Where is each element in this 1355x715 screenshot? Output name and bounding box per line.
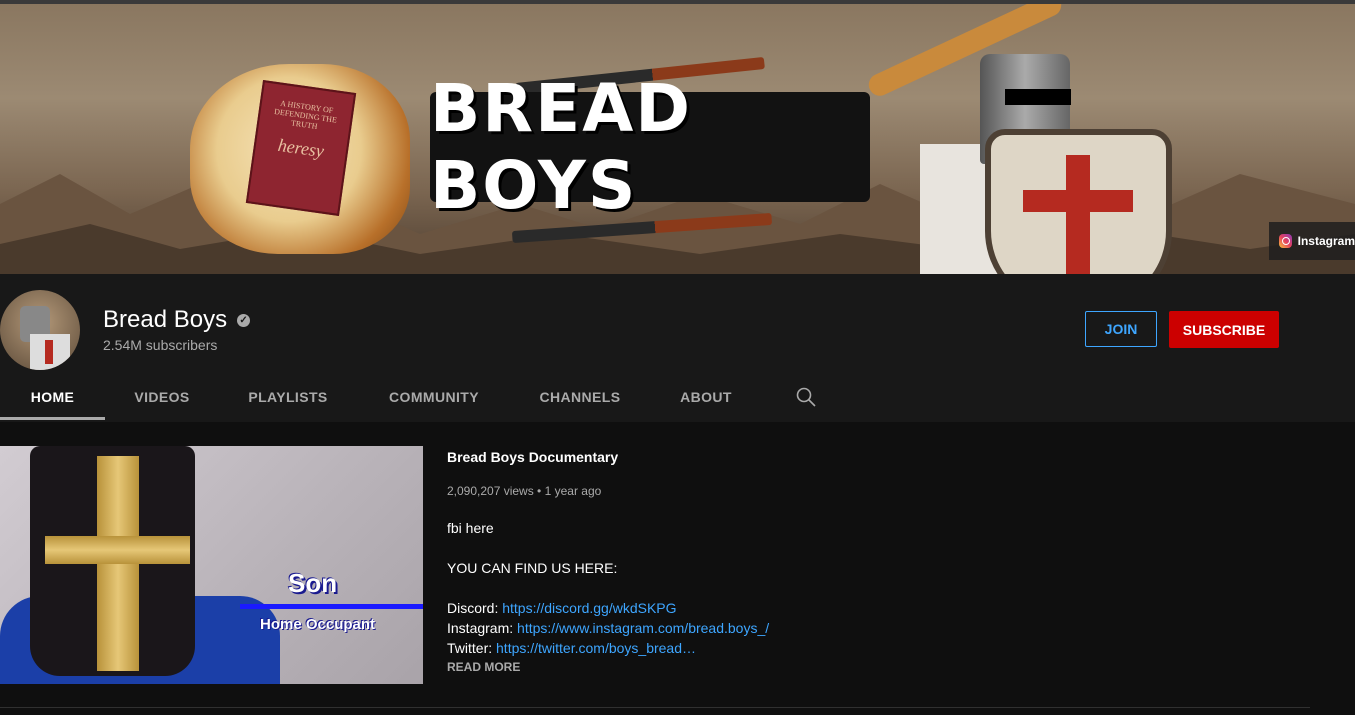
twitter-link[interactable]: https://twitter.com/boys_bread… [496, 640, 696, 656]
banner-title-text: BREAD BOYS [430, 70, 693, 224]
featured-video-thumbnail[interactable]: Son Home Occupant [0, 446, 423, 684]
book-subtitle: A HISTORY OF DEFENDING THE TRUTH [273, 98, 338, 132]
channel-header: Bread Boys ✓ 2.54M subscribers JOIN SUBS… [0, 274, 1355, 422]
thumbnail-caption-home: Home Occupant [260, 616, 376, 633]
instagram-link[interactable]: https://www.instagram.com/bread.boys_/ [517, 620, 769, 636]
desc-discord: Discord: https://discord.gg/wkdSKPG [447, 600, 677, 616]
subscriber-count: 2.54M subscribers [103, 337, 218, 353]
desc-line: fbi here [447, 520, 494, 536]
tab-videos[interactable]: VIDEOS [122, 370, 202, 422]
channel-banner: A HISTORY OF DEFENDING THE TRUTH heresy … [0, 4, 1355, 274]
banner-link-label: Instagram [1297, 234, 1355, 248]
desc-twitter: Twitter: https://twitter.com/boys_bread… [447, 640, 696, 656]
join-button[interactable]: JOIN [1085, 311, 1157, 347]
search-icon[interactable] [795, 386, 817, 408]
sunglasses-art [1005, 89, 1071, 105]
book-art: A HISTORY OF DEFENDING THE TRUTH heresy [245, 80, 357, 216]
read-more-button[interactable]: READ MORE [447, 660, 520, 674]
channel-name: Bread Boys ✓ [103, 306, 251, 334]
shield-art [985, 129, 1172, 274]
tab-playlists[interactable]: PLAYLISTS [238, 370, 338, 422]
featured-video-title[interactable]: Bread Boys Documentary [447, 449, 618, 465]
instagram-icon [1279, 234, 1292, 248]
desc-line: YOU CAN FIND US HERE: [447, 560, 618, 576]
verified-check-icon: ✓ [237, 313, 251, 327]
discord-link[interactable]: https://discord.gg/wkdSKPG [502, 600, 676, 616]
crusader-knight-art [865, 4, 1172, 274]
desc-instagram: Instagram: https://www.instagram.com/bre… [447, 620, 770, 636]
section-divider [0, 707, 1310, 708]
book-title: heresy [276, 134, 326, 162]
tab-channels[interactable]: CHANNELS [528, 370, 632, 422]
home-content: Son Home Occupant Bread Boys Documentary… [0, 422, 1355, 715]
featured-video-meta: 2,090,207 views • 1 year ago [447, 484, 602, 498]
featured-video-description: fbi here YOU CAN FIND US HERE: Discord: … [447, 518, 1147, 658]
avatar[interactable] [0, 290, 80, 370]
banner-link-instagram[interactable]: Instagram [1269, 222, 1355, 260]
channel-tabs: HOME VIDEOS PLAYLISTS COMMUNITY CHANNELS… [0, 370, 1355, 422]
subscribe-button[interactable]: SUBSCRIBE [1169, 311, 1279, 348]
tab-community[interactable]: COMMUNITY [376, 370, 492, 422]
thumbnail-caption-son: Son [288, 568, 338, 598]
tab-home[interactable]: HOME [0, 370, 105, 422]
tab-about[interactable]: ABOUT [668, 370, 744, 422]
banner-title-art: BREAD BOYS [430, 70, 870, 224]
channel-name-text: Bread Boys [103, 306, 228, 333]
